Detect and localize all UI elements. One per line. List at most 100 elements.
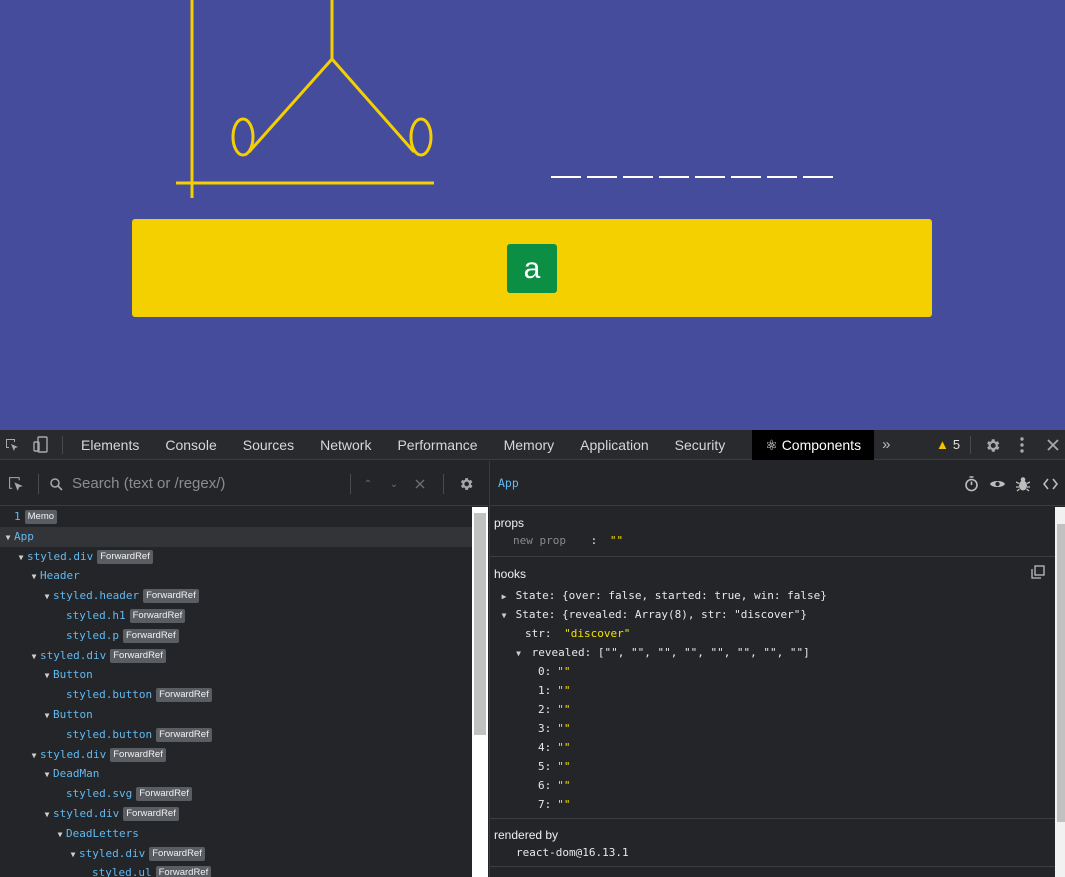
collapse-arrow-icon[interactable]: ▼: [28, 567, 40, 587]
tree-row[interactable]: styled.ul ForwardRef: [0, 863, 472, 877]
hook-state-row[interactable]: ▼ State: {revealed: Array(8), str: "disc…: [499, 605, 807, 624]
tree-settings-gear-icon[interactable]: [456, 469, 476, 499]
tab-network[interactable]: Network: [307, 430, 384, 460]
revealed-item-value[interactable]: "": [557, 798, 570, 811]
next-result-icon[interactable]: ⌄: [386, 469, 402, 499]
tree-row[interactable]: ▼ styled.header ForwardRef: [0, 586, 472, 606]
tree-row[interactable]: ▼ styled.div ForwardRef: [0, 804, 472, 824]
tab-performance[interactable]: Performance: [384, 430, 490, 460]
new-prop-placeholder[interactable]: new prop: [513, 534, 566, 547]
tab-components[interactable]: ⚛ Components: [752, 430, 875, 460]
revealed-item-value[interactable]: "": [557, 684, 570, 697]
rendered-by-title: rendered by: [494, 828, 559, 842]
revealed-item-value[interactable]: "": [557, 741, 570, 754]
search-divider: [443, 474, 444, 494]
tree-scrollbar-thumb[interactable]: [474, 513, 486, 735]
previous-result-icon[interactable]: ⌃: [360, 469, 376, 499]
revealed-item-value[interactable]: "": [557, 703, 570, 716]
more-tabs-button[interactable]: »: [874, 430, 898, 460]
tree-row[interactable]: styled.button ForwardRef: [0, 725, 472, 745]
collapse-arrow-icon[interactable]: ▼: [28, 746, 40, 766]
tree-row[interactable]: ▼ Button: [0, 705, 472, 725]
warnings-counter[interactable]: ▲ 5: [936, 430, 960, 460]
tree-row[interactable]: styled.svg ForwardRef: [0, 784, 472, 804]
clear-search-icon[interactable]: [412, 469, 428, 499]
tree-row[interactable]: ▼ styled.div ForwardRef: [0, 844, 472, 864]
tree-row[interactable]: styled.p ForwardRef: [0, 626, 472, 646]
collapse-arrow-icon[interactable]: ▼: [54, 825, 66, 845]
tree-search-bar: ⌃ ⌄: [0, 461, 488, 506]
tree-row[interactable]: ▼ App: [0, 526, 472, 548]
collapse-arrow-icon[interactable]: ▼: [512, 644, 525, 663]
search-input[interactable]: [72, 472, 342, 494]
hook-value: {revealed: Array(8), str: "discover"}: [562, 608, 808, 621]
tree-row[interactable]: ▼ DeadMan: [0, 764, 472, 784]
tab-elements[interactable]: Elements: [68, 430, 152, 460]
revealed-item-value[interactable]: "": [557, 779, 570, 792]
tree-row-badge: ForwardRef: [156, 688, 212, 703]
str-value[interactable]: "discover": [564, 627, 630, 640]
tab-console[interactable]: Console: [152, 430, 229, 460]
eye-icon[interactable]: [987, 469, 1007, 499]
collapse-arrow-icon[interactable]: ▼: [2, 528, 14, 548]
revealed-key: revealed:: [531, 646, 592, 659]
expand-arrow-icon[interactable]: ▶: [499, 587, 509, 606]
tab-application[interactable]: Application: [567, 430, 662, 460]
collapse-arrow-icon[interactable]: ▼: [41, 805, 53, 825]
hook-state-row[interactable]: ▶ State: {over: false, started: true, wi…: [499, 586, 827, 605]
new-prop-row[interactable]: new prop : "": [513, 531, 623, 550]
section-divider: [490, 556, 1055, 557]
revealed-row[interactable]: ▼ revealed: ["", "", "", "", "", "", "",…: [512, 643, 810, 662]
select-element-icon[interactable]: [6, 469, 26, 499]
collapse-arrow-icon[interactable]: ▼: [41, 666, 53, 686]
close-icon[interactable]: [1044, 430, 1062, 460]
collapse-arrow-icon[interactable]: ▼: [499, 606, 509, 625]
props-section-title: props: [494, 516, 525, 530]
new-prop-value[interactable]: "": [610, 534, 623, 547]
tree-row[interactable]: ▼ Button: [0, 665, 472, 685]
inspector-scrollbar-thumb[interactable]: [1057, 524, 1065, 822]
collapse-arrow-icon[interactable]: ▼: [41, 706, 53, 726]
tree-row[interactable]: ▼ DeadLetters: [0, 824, 472, 844]
tab-memory[interactable]: Memory: [491, 430, 568, 460]
tree-row-name: styled.button: [66, 688, 153, 702]
tree-row[interactable]: ▼ styled.div ForwardRef: [0, 646, 472, 666]
tree-row[interactable]: styled.button ForwardRef: [0, 685, 472, 705]
revealed-item-row: 7: "": [538, 795, 571, 814]
device-toolbar-icon[interactable]: [30, 430, 52, 460]
inspect-element-icon[interactable]: [2, 430, 22, 460]
revealed-item-value[interactable]: "": [557, 722, 570, 735]
tree-row[interactable]: ▼ styled.div ForwardRef: [0, 745, 472, 765]
letter-blank: [695, 176, 725, 178]
tree-row[interactable]: styled.h1 ForwardRef: [0, 606, 472, 626]
collapse-arrow-icon[interactable]: ▼: [41, 765, 53, 785]
revealed-item-row: 2: "": [538, 700, 571, 719]
collapse-arrow-icon[interactable]: ▼: [67, 845, 79, 865]
collapse-arrow-icon[interactable]: ▼: [15, 548, 27, 568]
letter-blank: [551, 176, 581, 178]
collapse-arrow-icon[interactable]: ▼: [28, 647, 40, 667]
tree-row[interactable]: 1 Memo: [0, 507, 472, 527]
collapse-arrow-icon[interactable]: ▼: [41, 587, 53, 607]
tab-security[interactable]: Security: [662, 430, 753, 460]
letter-keyboard: a: [132, 219, 932, 317]
more-menu-icon[interactable]: [1014, 430, 1030, 460]
inspector-header: App: [490, 461, 1065, 506]
bug-icon[interactable]: [1014, 469, 1032, 499]
letter-button-a[interactable]: a: [507, 244, 557, 293]
revealed-item-key: 5:: [538, 760, 552, 773]
str-key: str:: [525, 627, 552, 640]
tree-row-name: styled.header: [53, 589, 140, 603]
copy-icon[interactable]: [1030, 563, 1046, 581]
revealed-item-value[interactable]: "": [557, 760, 570, 773]
stopwatch-icon[interactable]: [962, 469, 980, 499]
tab-sources[interactable]: Sources: [230, 430, 307, 460]
tree-row[interactable]: ▼ styled.div ForwardRef: [0, 547, 472, 567]
tree-row-name: Button: [53, 707, 93, 721]
components-tree-pane: ⌃ ⌄ 1Memo▼App▼styled.divForwardRef▼Heade…: [0, 461, 488, 877]
revealed-item-value[interactable]: "": [557, 665, 570, 678]
tree-row-name: styled.div: [27, 549, 94, 563]
view-source-icon[interactable]: [1040, 469, 1060, 499]
settings-gear-icon[interactable]: [982, 430, 1002, 460]
tree-row[interactable]: ▼ Header: [0, 566, 472, 586]
